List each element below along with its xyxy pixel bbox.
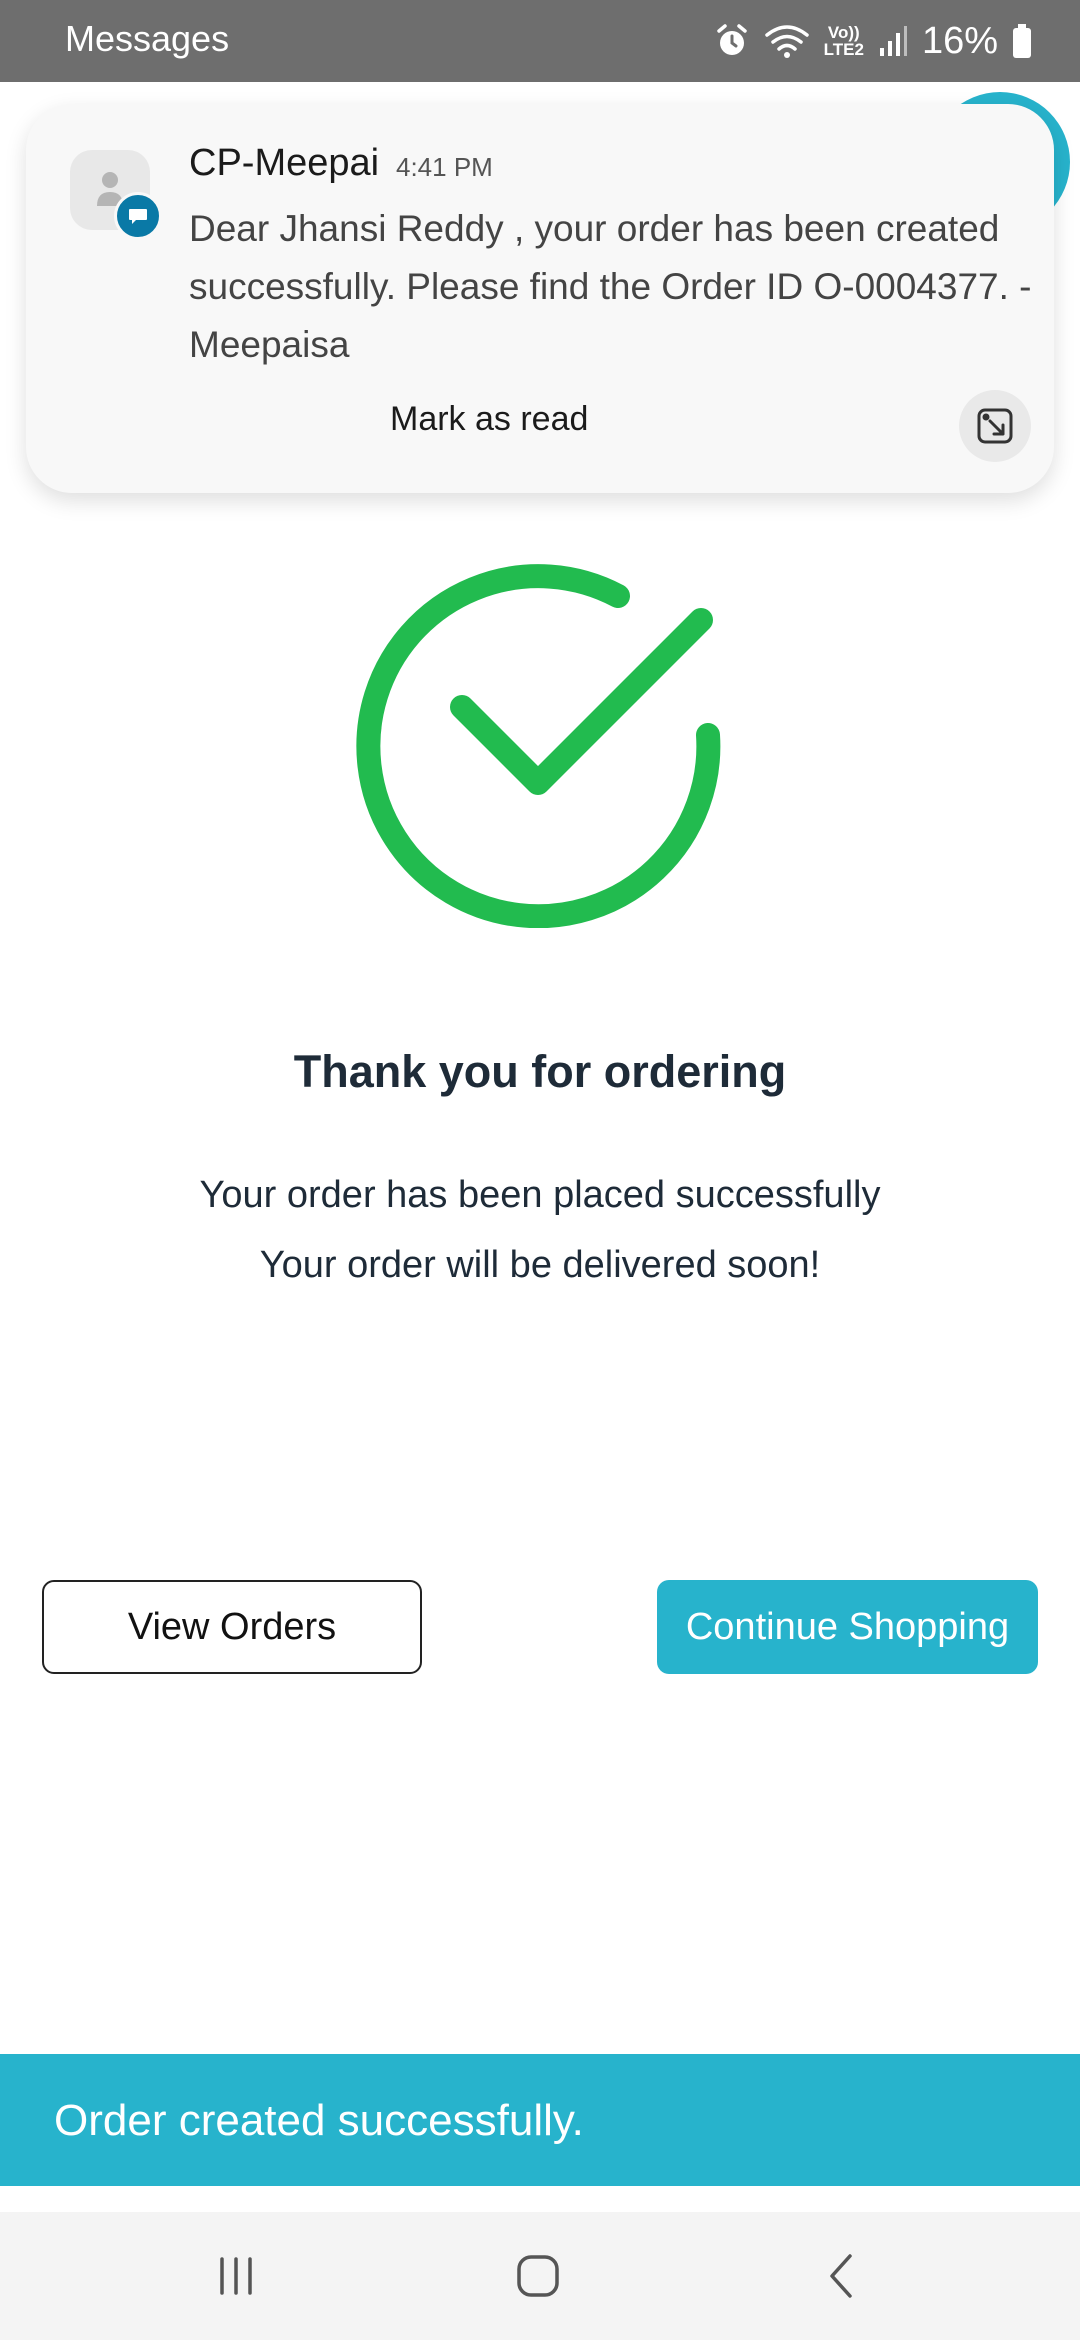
delivery-message: Your order will be delivered soon! bbox=[259, 1244, 821, 1286]
recents-icon[interactable] bbox=[176, 2234, 296, 2318]
message-badge-icon bbox=[114, 192, 162, 240]
mark-as-read-button[interactable]: Mark as read bbox=[390, 400, 588, 439]
toast-banner: Order created successfully. bbox=[0, 2054, 1080, 2186]
toast-message: Order created successfully. bbox=[54, 2096, 584, 2145]
order-placed-message: Your order has been placed successfully bbox=[199, 1174, 881, 1216]
notification-card[interactable]: CP-Meepai 4:41 PM Dear Jhansi Reddy , yo… bbox=[26, 104, 1054, 493]
signal-icon bbox=[878, 24, 908, 58]
notification-time: 4:41 PM bbox=[396, 152, 493, 182]
view-orders-button[interactable]: View Orders bbox=[42, 1580, 422, 1674]
alarm-icon bbox=[714, 23, 750, 59]
status-icons: Vo)) LTE2 16% bbox=[714, 14, 1032, 68]
continue-shopping-button[interactable]: Continue Shopping bbox=[657, 1580, 1038, 1674]
network-type-label: Vo)) LTE2 bbox=[824, 24, 864, 58]
battery-percentage: 16% bbox=[921, 19, 998, 62]
back-icon[interactable] bbox=[782, 2234, 902, 2318]
network-label-volte: Vo)) bbox=[827, 23, 860, 42]
wifi-icon bbox=[764, 23, 810, 59]
notification-sender: CP-Meepai bbox=[189, 142, 380, 184]
status-bar: Messages Vo)) LTE2 16% bbox=[0, 0, 1080, 82]
page-title: Thank you for ordering bbox=[293, 1046, 787, 1097]
expand-icon[interactable] bbox=[959, 390, 1031, 462]
success-check-icon bbox=[352, 552, 728, 929]
home-icon[interactable] bbox=[478, 2234, 598, 2318]
network-label-lte: LTE2 bbox=[823, 40, 864, 59]
battery-icon bbox=[1012, 23, 1032, 59]
notification-body: Dear Jhansi Reddy , your order has been … bbox=[189, 208, 1032, 365]
status-app-name: Messages bbox=[65, 18, 230, 59]
navigation-bar bbox=[0, 2212, 1080, 2340]
